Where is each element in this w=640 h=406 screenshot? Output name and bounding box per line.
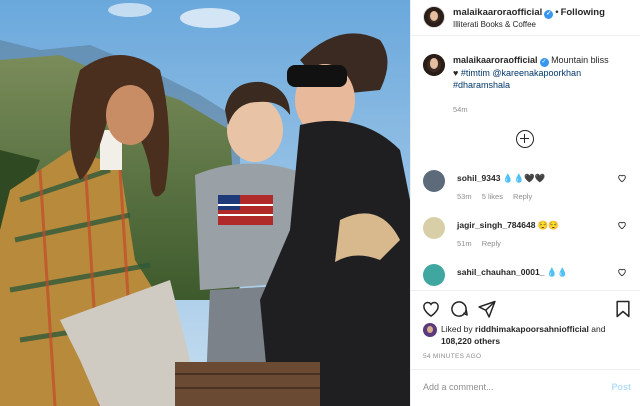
reply-button[interactable]: Reply	[482, 239, 501, 248]
instagram-post: malaikaaroraofficial ✓ • Following Illitera…	[0, 0, 640, 406]
comment-text: 💧💧🖤🖤	[502, 173, 546, 183]
save-icon[interactable]	[613, 299, 633, 319]
heart-icon[interactable]	[421, 299, 441, 319]
share-icon[interactable]	[477, 299, 497, 319]
hashtag-link[interactable]: #timtim	[461, 68, 490, 78]
caption-text: malaikaaroraofficial ✓ Mountain bliss ♥ #…	[453, 54, 635, 91]
mention-link[interactable]: @kareenakapoorkhan	[492, 68, 581, 78]
reply-button[interactable]: Reply	[513, 192, 532, 201]
comment-meta: 51m Reply	[457, 239, 509, 248]
comment-line: jagir_singh_784648 😌😌	[457, 220, 559, 231]
likes-summary: Liked by riddhimakapoorsahniofficial and…	[423, 323, 635, 347]
caption-heart-icon: ♥	[453, 68, 459, 78]
following-button[interactable]: Following	[561, 7, 605, 18]
post-header: malaikaaroraofficial ✓ • Following Illitera…	[411, 0, 640, 36]
author-username[interactable]: malaikaaroraofficial	[453, 7, 542, 18]
author-line: malaikaaroraofficial ✓ • Following	[453, 7, 605, 19]
post-button[interactable]: Post	[611, 382, 631, 392]
comment-heart-icon[interactable]	[617, 173, 627, 183]
comment-icon[interactable]	[449, 299, 469, 319]
caption-body: Mountain bliss	[551, 55, 609, 65]
author-avatar[interactable]	[423, 6, 445, 28]
comment-time: 51m	[457, 239, 472, 248]
caption-avatar[interactable]	[423, 54, 445, 76]
caption-username[interactable]: malaikaaroraofficial	[453, 55, 538, 65]
likes-and: and	[591, 324, 606, 334]
liker-username[interactable]: riddhimakapoorsahniofficial	[475, 324, 589, 334]
verified-icon: ✓	[539, 58, 549, 67]
commenter-avatar[interactable]	[423, 170, 445, 192]
location-link[interactable]: Illiterati Books & Coffee	[453, 20, 536, 29]
commenter-username[interactable]: jagir_singh_784648	[457, 220, 535, 230]
comment-line: sohil_9343 💧💧🖤🖤	[457, 173, 545, 184]
post-caption: malaikaaroraofficial ✓ Mountain bliss ♥ #…	[411, 50, 640, 116]
comment-item: jagir_singh_784648 😌😌 51m Reply	[411, 217, 640, 257]
likes-count[interactable]: 108,220 others	[441, 336, 500, 346]
comment-heart-icon[interactable]	[617, 220, 627, 230]
comment-line: sahil_chauhan_0001_ 💧💧	[457, 267, 568, 278]
post-sidebar: malaikaaroraofficial ✓ • Following Illitera…	[410, 0, 640, 406]
commenter-avatar[interactable]	[423, 217, 445, 239]
commenter-username[interactable]: sahil_chauhan_0001_	[457, 267, 544, 277]
comment-time: 53m	[457, 192, 472, 201]
add-comment-bar: Post	[411, 369, 640, 406]
comment-heart-icon[interactable]	[617, 267, 627, 277]
comment-text: 😌😌	[537, 220, 559, 230]
comment-input[interactable]	[423, 382, 583, 392]
liker-avatar[interactable]	[423, 323, 437, 337]
comment-text: 💧💧	[546, 267, 568, 277]
post-photo[interactable]	[0, 0, 410, 406]
commenter-avatar[interactable]	[423, 264, 445, 286]
comment-likes[interactable]: 5 likes	[482, 192, 503, 201]
likes-prefix: Liked by	[441, 324, 473, 334]
load-more-icon[interactable]	[516, 130, 534, 148]
header-separator: •	[555, 7, 559, 18]
post-timestamp[interactable]: 54 MINUTES AGO	[423, 353, 481, 360]
hashtag-link[interactable]: #dharamshala	[453, 80, 510, 90]
verified-icon: ✓	[544, 10, 554, 19]
action-bar	[411, 290, 640, 326]
caption-time: 54m	[453, 105, 468, 114]
comment-meta: 53m 5 likes Reply	[457, 192, 540, 201]
comment-item: sohil_9343 💧💧🖤🖤 53m 5 likes Reply	[411, 170, 640, 210]
post-image	[0, 0, 410, 406]
commenter-username[interactable]: sohil_9343	[457, 173, 500, 183]
